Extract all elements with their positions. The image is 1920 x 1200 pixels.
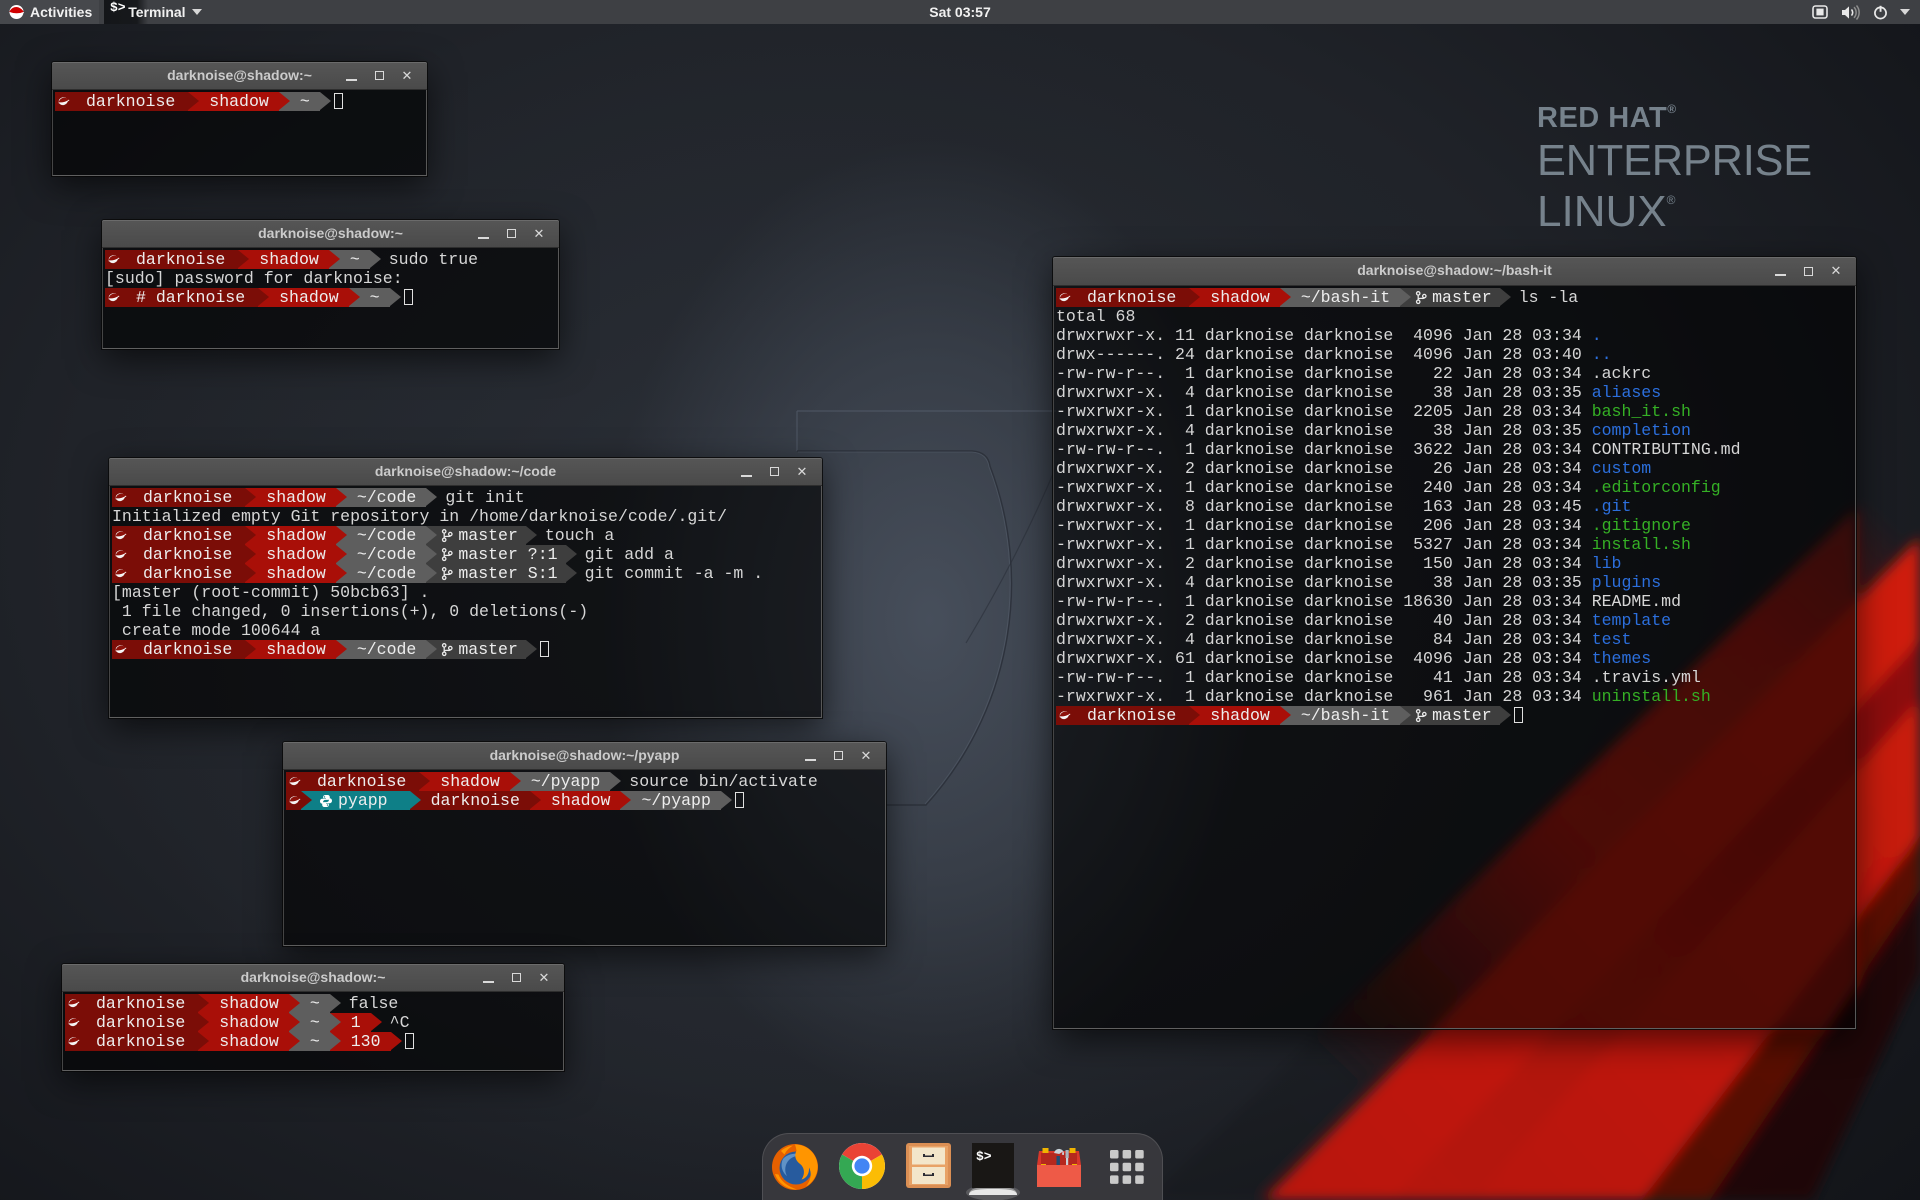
svg-text:$>: $>	[976, 1149, 992, 1164]
